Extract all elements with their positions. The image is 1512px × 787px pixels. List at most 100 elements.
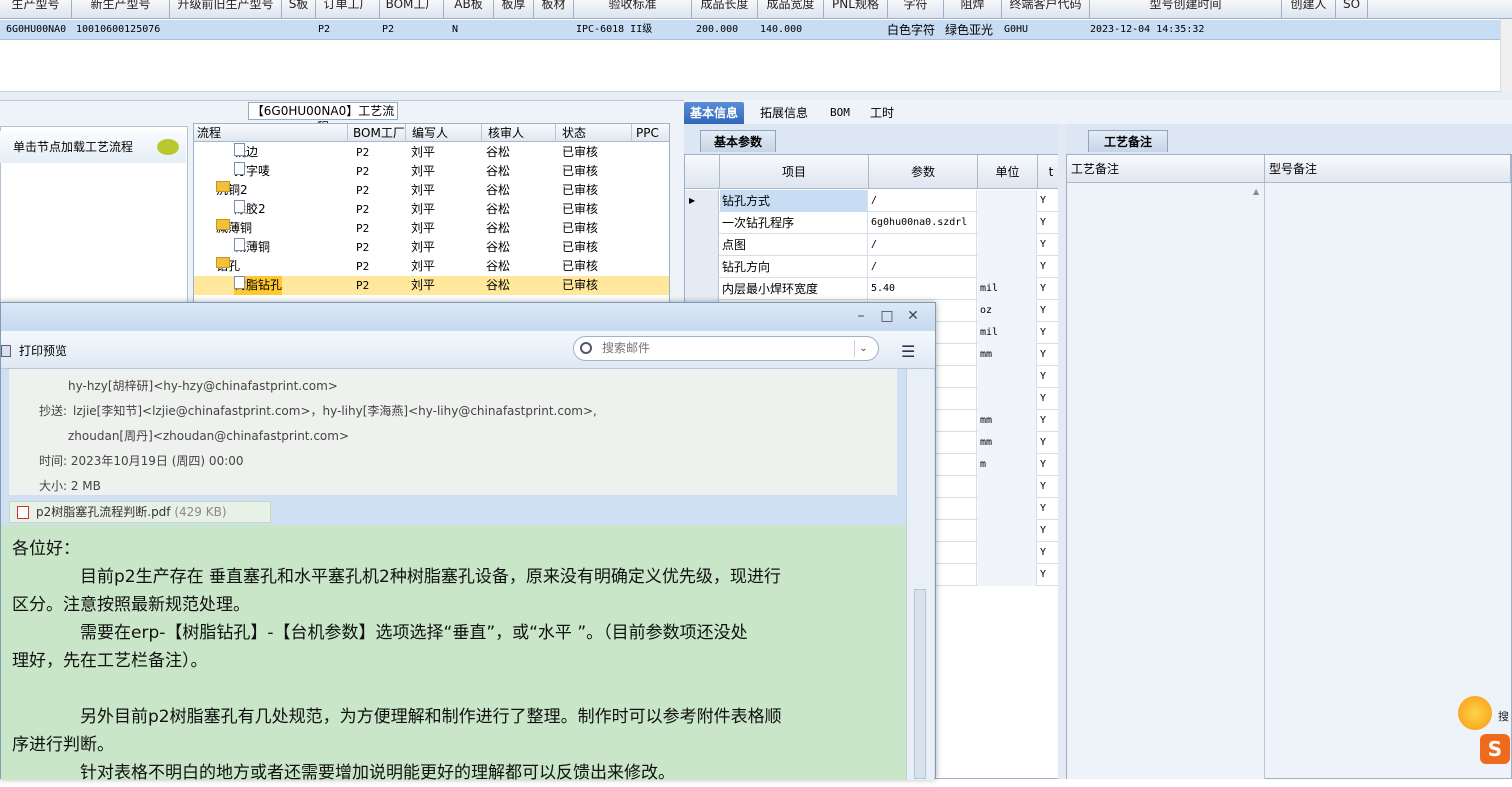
tree-row[interactable]: 铣边 P2 刘平 谷松 已审核 — [194, 143, 669, 162]
col-header[interactable]: 成品宽度 — [758, 0, 824, 19]
col-header[interactable]: 阻焊 — [944, 0, 1002, 19]
param-row[interactable]: 钻孔方向 / Y — [685, 256, 1065, 278]
table-row[interactable]: 6G0HU00NA0 10010600125076 P2 P2 N IPC-60… — [0, 20, 1512, 40]
col-header[interactable]: 状态 — [556, 124, 632, 142]
row-indicator[interactable] — [685, 256, 719, 278]
model-grid: 生产型号 新生产型号 升级前旧生产型号 S板 订单工厂 BOM工厂 AB板 板厚… — [0, 0, 1512, 92]
col-header[interactable]: 创建人 — [1282, 0, 1336, 19]
process-notes-field[interactable] — [1067, 183, 1265, 779]
col-header[interactable]: 核审人 — [482, 124, 556, 142]
param-cell-param[interactable]: / — [869, 234, 977, 256]
tab-extended-info[interactable]: 拓展信息 — [754, 102, 814, 124]
tab-basic-params[interactable]: 基本参数 — [700, 130, 776, 152]
tree-cell-bom: P2 — [356, 241, 370, 254]
col-header[interactable]: PPC — [632, 124, 669, 142]
top-grid-scrollbar[interactable] — [1500, 19, 1512, 92]
col-header[interactable]: BOM工厂 — [350, 124, 406, 142]
col-header[interactable]: 字符 — [888, 0, 944, 19]
scroll-thumb[interactable] — [914, 589, 926, 779]
col-header[interactable]: 订单工厂 — [316, 0, 380, 19]
param-cell-unit — [978, 256, 1037, 278]
col-header[interactable]: 单位 — [978, 155, 1038, 189]
mail-scrollbar[interactable] — [906, 369, 934, 780]
param-row[interactable]: 一次钻孔程序 6g0hu00na0.szdrl Y — [685, 212, 1065, 234]
tree-cell-writer: 刘平 — [411, 183, 436, 197]
col-header[interactable]: 升级前旧生产型号 — [170, 0, 282, 19]
attachment[interactable]: p2树脂塞孔流程判断.pdf (429 KB) — [9, 501, 271, 523]
tree-cell-reviewer: 谷松 — [486, 145, 511, 159]
col-header[interactable]: 编写人 — [406, 124, 482, 142]
param-row[interactable]: 内层最小焊环宽度 5.40 mil Y — [685, 278, 1065, 300]
cc-label: 抄送: — [39, 404, 68, 418]
col-header[interactable]: PNL规格 — [824, 0, 888, 19]
col-header[interactable]: BOM工厂 — [380, 0, 444, 19]
scroll-up-icon[interactable]: ▲ — [1253, 187, 1259, 196]
cell: P2 — [318, 24, 331, 35]
param-row[interactable]: 点图 / Y — [685, 234, 1065, 256]
tab-process-notes[interactable]: 工艺备注 — [1088, 130, 1168, 152]
body-line: 目前p2生产存在 垂直塞孔和水平塞孔机2种树脂塞孔设备，原来没有明确定义优先级，… — [12, 567, 781, 587]
param-cell-param[interactable]: / — [869, 256, 977, 278]
col-header[interactable]: 生产型号 — [0, 0, 72, 19]
cell: 200.000 — [696, 24, 739, 35]
sogou-ime-widget[interactable]: 搜 S — [1456, 690, 1512, 779]
col-header[interactable]: S板 — [282, 0, 316, 19]
param-cell-unit — [978, 520, 1037, 542]
tab-basic-info[interactable]: 基本信息 — [684, 102, 745, 124]
row-indicator[interactable] — [685, 234, 719, 256]
load-flow-button[interactable]: 单击节点加载工艺流程 — [0, 131, 186, 163]
param-cell-param[interactable]: 5.40 — [869, 278, 977, 300]
row-indicator[interactable] — [685, 278, 719, 300]
col-header[interactable]: 项目 — [720, 155, 869, 189]
load-flow-label: 单击节点加载工艺流程 — [13, 140, 134, 154]
col-header[interactable]: 验收标准 — [574, 0, 692, 19]
col-header[interactable]: SO — [1336, 0, 1368, 19]
param-cell-unit — [978, 564, 1037, 586]
col-header[interactable]: 型号创建时间 — [1090, 0, 1282, 19]
menu-icon[interactable]: ☰ — [901, 342, 915, 361]
mail-search[interactable]: ⌄ — [573, 336, 879, 361]
horizontal-splitter[interactable] — [0, 92, 1512, 100]
row-indicator[interactable] — [685, 212, 719, 234]
param-row[interactable]: ▶ 钻孔方式 / Y — [685, 190, 1065, 212]
minimize-icon[interactable]: – — [853, 308, 869, 324]
detail-tabs: 基本信息 拓展信息 BOM 工时 — [684, 100, 1512, 124]
col-header[interactable]: 成品长度 — [692, 0, 758, 19]
cell: 白色字符 — [887, 23, 936, 37]
tree-row[interactable]: –沉铜2 P2 刘平 谷松 已审核 — [194, 181, 669, 200]
chevron-down-icon[interactable]: ⌄ — [854, 340, 872, 357]
close-icon[interactable]: ✕ — [905, 308, 921, 324]
search-input[interactable] — [602, 337, 842, 360]
tree-row[interactable]: 除胶2 P2 刘平 谷松 已审核 — [194, 200, 669, 219]
param-cell-param[interactable]: 6g0hu00na0.szdrl — [869, 212, 977, 234]
col-header[interactable]: 终端客户代码 — [1002, 0, 1090, 19]
print-preview-button[interactable]: 打印预览 — [1, 342, 67, 359]
col-header[interactable]: AB板 — [444, 0, 494, 19]
mail-body: 各位好： 目前p2生产存在 垂直塞孔和水平塞孔机2种树脂塞孔设备，原来没有明确定… — [1, 525, 906, 783]
vertical-splitter[interactable] — [1058, 124, 1066, 779]
tree-row[interactable]: –钻孔 P2 刘平 谷松 已审核 — [194, 257, 669, 276]
tree-row[interactable]: 减薄铜 P2 刘平 谷松 已审核 — [194, 238, 669, 257]
tree-cell-status: 已审核 — [562, 240, 599, 254]
param-cell-item: 钻孔方式 — [720, 190, 868, 212]
col-header[interactable]: 板材 — [534, 0, 574, 19]
tree-row[interactable]: 树脂钻孔 P2 刘平 谷松 已审核 — [194, 276, 669, 295]
param-cell-unit — [978, 476, 1037, 498]
tab-bom[interactable]: BOM — [824, 102, 856, 124]
sun-icon — [1458, 696, 1492, 730]
maximize-icon[interactable]: □ — [879, 308, 895, 324]
corner-header — [685, 155, 720, 189]
col-header[interactable]: 参数 — [869, 155, 978, 189]
param-cell-param[interactable]: / — [869, 190, 977, 212]
col-header[interactable]: 板厚 — [494, 0, 534, 19]
param-cell-unit — [978, 542, 1037, 564]
mail-window: – □ ✕ 打印预览 ⌄ ☰ hy-hzy[胡梓研]<hy-hzy@chinaf… — [0, 302, 936, 783]
param-cell-item: 内层最小焊环宽度 — [720, 278, 868, 300]
tree-row[interactable]: –减薄铜 P2 刘平 谷松 已审核 — [194, 219, 669, 238]
tree-row[interactable]: 打字唛 P2 刘平 谷松 已审核 — [194, 162, 669, 181]
col-header[interactable]: 新生产型号 — [72, 0, 170, 19]
row-indicator[interactable]: ▶ — [685, 190, 719, 212]
tab-hours[interactable]: 工时 — [864, 102, 900, 124]
sogou-s-icon: S — [1480, 734, 1510, 764]
col-header[interactable]: 流程 — [194, 124, 348, 142]
